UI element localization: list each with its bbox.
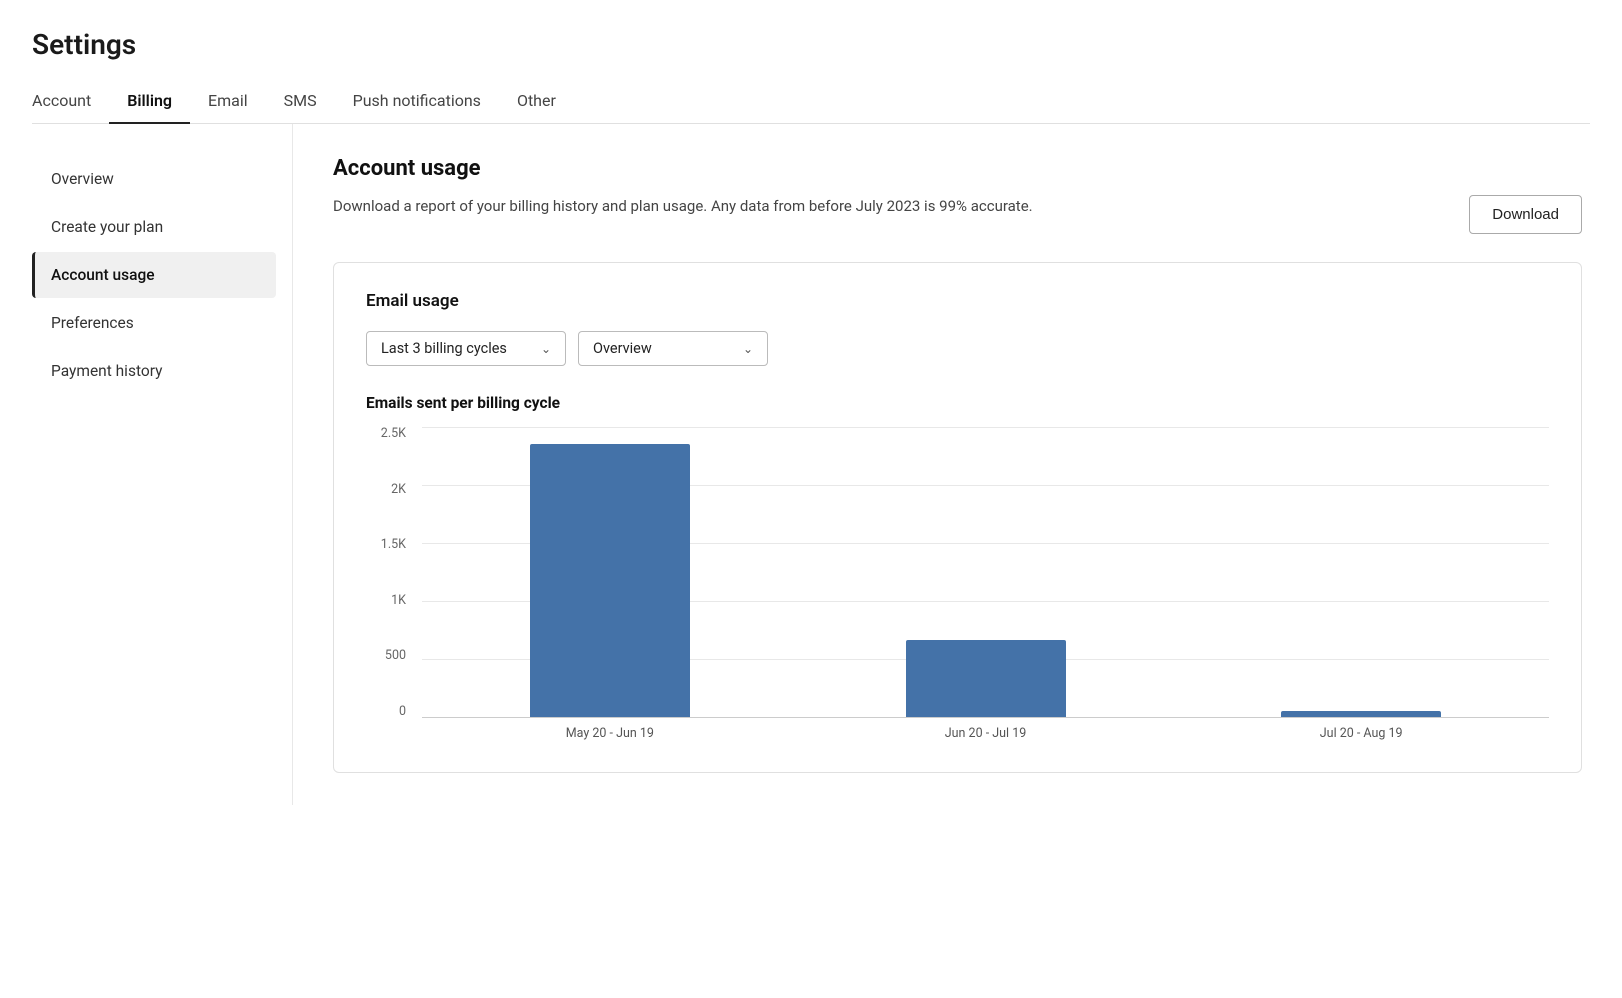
nav-tab-account[interactable]: Account	[32, 81, 109, 124]
bar-group	[798, 428, 1174, 717]
sidebar-item-overview[interactable]: Overview	[32, 156, 276, 202]
section-title: Account usage	[333, 156, 1582, 181]
billing-cycles-filter[interactable]: Last 3 billing cycles ⌄	[366, 331, 566, 366]
chart-section-title: Emails sent per billing cycle	[366, 394, 1549, 412]
sidebar-item-account-usage[interactable]: Account usage	[32, 252, 276, 298]
sidebar: OverviewCreate your planAccount usagePre…	[32, 124, 292, 805]
x-label: Jul 20 - Aug 19	[1173, 718, 1549, 748]
description-text: Download a report of your billing histor…	[333, 195, 1033, 218]
filters-row: Last 3 billing cycles ⌄ Overview ⌄	[366, 331, 1549, 366]
page-title: Settings	[32, 28, 1590, 61]
nav-tab-other[interactable]: Other	[499, 81, 574, 124]
chart-card-title: Email usage	[366, 291, 1549, 311]
chart-bar	[906, 640, 1066, 717]
y-label: 0	[399, 706, 406, 719]
chevron-down-icon: ⌄	[541, 342, 551, 356]
sidebar-item-payment-history[interactable]: Payment history	[32, 348, 276, 394]
y-label: 2.5K	[381, 428, 406, 441]
bar-group	[1173, 428, 1549, 717]
bar-group	[422, 428, 798, 717]
overview-filter[interactable]: Overview ⌄	[578, 331, 768, 366]
y-label: 1K	[391, 595, 406, 608]
chevron-down-icon-2: ⌄	[743, 342, 753, 356]
nav-tab-push[interactable]: Push notifications	[335, 81, 499, 124]
chart-bar	[1281, 711, 1441, 717]
sidebar-item-create-plan[interactable]: Create your plan	[32, 204, 276, 250]
top-nav: AccountBillingEmailSMSPush notifications…	[32, 81, 1590, 124]
overview-value: Overview	[593, 340, 652, 357]
chart-y-axis: 0 500 1K 1.5K 2K 2.5K	[366, 428, 414, 718]
download-button[interactable]: Download	[1469, 195, 1582, 234]
y-label: 2K	[391, 484, 406, 497]
chart-card: Email usage Last 3 billing cycles ⌄ Over…	[333, 262, 1582, 773]
chart-bar	[530, 444, 690, 717]
billing-cycles-value: Last 3 billing cycles	[381, 340, 507, 357]
description-row: Download a report of your billing histor…	[333, 195, 1582, 234]
y-label: 500	[385, 650, 406, 663]
main-content: Account usage Download a report of your …	[292, 124, 1622, 805]
x-label: May 20 - Jun 19	[422, 718, 798, 748]
content-area: OverviewCreate your planAccount usagePre…	[0, 124, 1622, 805]
chart-container: 0 500 1K 1.5K 2K 2.5K May 20 - Jun 19Jun 20 -…	[366, 428, 1549, 748]
x-label: Jun 20 - Jul 19	[798, 718, 1174, 748]
y-label: 1.5K	[381, 539, 406, 552]
chart-plot	[422, 428, 1549, 718]
nav-tab-billing[interactable]: Billing	[109, 81, 190, 124]
chart-x-axis: May 20 - Jun 19Jun 20 - Jul 19Jul 20 - A…	[422, 718, 1549, 748]
nav-tab-sms[interactable]: SMS	[266, 81, 335, 124]
nav-tab-email[interactable]: Email	[190, 81, 266, 124]
sidebar-item-preferences[interactable]: Preferences	[32, 300, 276, 346]
page-header: Settings AccountBillingEmailSMSPush noti…	[0, 0, 1622, 124]
